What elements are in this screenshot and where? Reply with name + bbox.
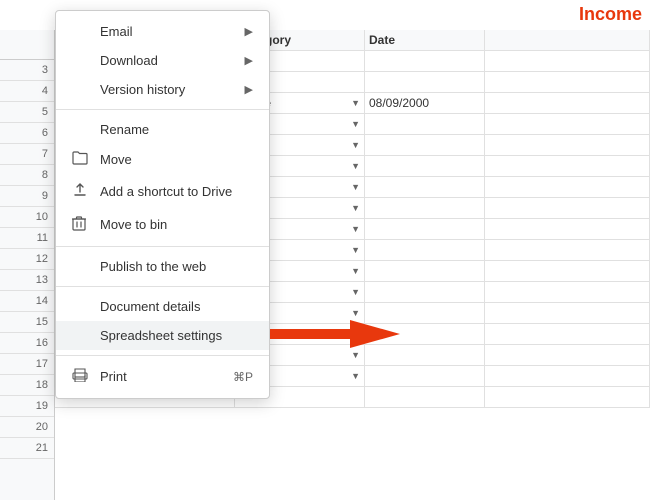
dropdown-arrow[interactable]: ▼ [351,224,360,234]
menu-item-download-label: Download [100,53,158,68]
menu-item-email-label: Email [100,24,133,39]
dropdown-arrow[interactable]: ▼ [351,182,360,192]
menu-item-spreadsheet-settings[interactable]: Spreadsheet settings [56,321,269,350]
dropdown-arrow[interactable]: ▼ [351,308,360,318]
submenu-arrow-icon: ▶ [245,54,253,67]
cell-extra-4[interactable] [485,72,650,92]
menu-item-move-to-bin-label: Move to bin [100,217,167,232]
menu-item-document-details[interactable]: Document details [56,292,269,321]
menu-item-publish-label: Publish to the web [100,259,206,274]
menu-item-rename[interactable]: Rename [56,115,269,144]
cell-extra-3[interactable] [485,51,650,71]
cell-date-3[interactable] [365,51,485,71]
col-header-date: Date [365,30,485,50]
menu-item-rename-label: Rename [100,122,149,137]
menu-item-add-shortcut[interactable]: Add a shortcut to Drive [56,175,269,208]
menu-item-publish[interactable]: Publish to the web [56,252,269,281]
dropdown-arrow[interactable]: ▼ [351,245,360,255]
dropdown-arrow[interactable]: ▼ [351,98,360,108]
menu-item-print[interactable]: Print ⌘P [56,361,269,392]
menu-item-spreadsheet-settings-label: Spreadsheet settings [100,328,222,343]
menu-divider [56,286,269,287]
menu-item-download[interactable]: Download ▶ [56,46,269,75]
dropdown-arrow[interactable]: ▼ [351,350,360,360]
menu-item-move[interactable]: Move [56,144,269,175]
dropdown-arrow[interactable]: ▼ [351,266,360,276]
menu-item-add-shortcut-label: Add a shortcut to Drive [100,184,232,199]
print-shortcut: ⌘P [233,370,253,384]
menu-item-move-label: Move [100,152,132,167]
col-header-extra [485,30,650,50]
income-label: Income [571,0,650,29]
menu-item-print-label: Print [100,369,127,384]
menu-divider [56,355,269,356]
menu-item-email[interactable]: Email ▶ [56,17,269,46]
dropdown-arrow[interactable]: ▼ [351,371,360,381]
dropdown-arrow[interactable]: ▼ [351,203,360,213]
menu-divider [56,246,269,247]
cell-date-4[interactable] [365,72,485,92]
red-arrow-indicator [270,320,400,348]
folder-icon [72,151,92,168]
context-menu: Email ▶ Download ▶ Version history ▶ Ren… [55,10,270,399]
cell-date-5[interactable]: 08/09/2000 [365,93,485,113]
menu-item-move-to-bin[interactable]: Move to bin [56,208,269,241]
submenu-arrow-icon: ▶ [245,25,253,38]
menu-item-version-history-label: Version history [100,82,185,97]
dropdown-arrow[interactable]: ▼ [351,140,360,150]
cell-extra-5[interactable] [485,93,650,113]
shortcut-icon [72,182,92,201]
dropdown-arrow[interactable]: ▼ [351,287,360,297]
row-numbers: 3 4 5 6 7 8 9 10 11 12 13 14 15 16 17 18… [0,30,55,500]
trash-icon [72,215,92,234]
menu-item-document-details-label: Document details [100,299,200,314]
print-icon [72,368,92,385]
dropdown-arrow[interactable]: ▼ [351,119,360,129]
dropdown-arrow[interactable]: ▼ [351,161,360,171]
menu-divider [56,109,269,110]
menu-item-version-history[interactable]: Version history ▶ [56,75,269,104]
submenu-arrow-icon: ▶ [245,83,253,96]
